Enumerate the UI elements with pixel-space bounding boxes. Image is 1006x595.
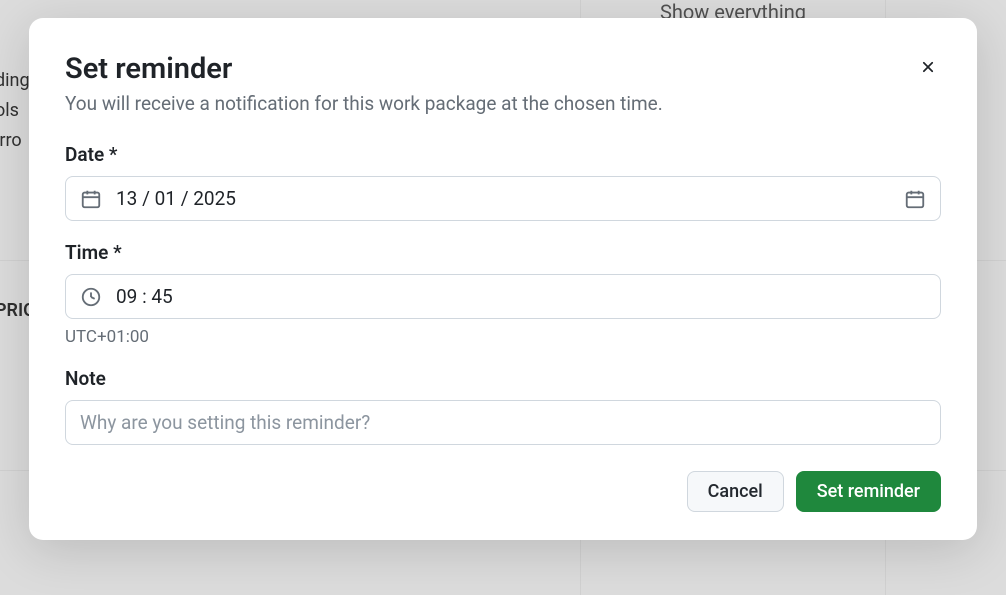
- modal-footer: Cancel Set reminder: [65, 471, 941, 512]
- modal-heading-group: Set reminder You will receive a notifica…: [65, 52, 663, 143]
- set-reminder-button[interactable]: Set reminder: [796, 471, 941, 512]
- calendar-icon: [80, 188, 102, 210]
- note-label: Note: [65, 367, 941, 390]
- note-input[interactable]: [80, 411, 926, 434]
- modal-title: Set reminder: [65, 52, 663, 86]
- date-field-group: Date *: [65, 143, 941, 221]
- timezone-text: UTC+01:00: [65, 327, 941, 347]
- set-reminder-modal: Set reminder You will receive a notifica…: [29, 18, 977, 540]
- time-label: Time *: [65, 241, 941, 264]
- clock-icon: [80, 286, 102, 308]
- close-icon: [919, 58, 937, 76]
- close-button[interactable]: [915, 54, 941, 84]
- cancel-button[interactable]: Cancel: [687, 471, 784, 512]
- date-input-wrapper[interactable]: [65, 176, 941, 221]
- modal-overlay: Set reminder You will receive a notifica…: [0, 0, 1006, 595]
- date-label: Date *: [65, 143, 941, 166]
- date-input[interactable]: [116, 187, 890, 210]
- note-input-wrapper[interactable]: [65, 400, 941, 445]
- modal-header: Set reminder You will receive a notifica…: [65, 52, 941, 143]
- time-input[interactable]: [116, 285, 926, 308]
- note-field-group: Note: [65, 367, 941, 445]
- time-input-wrapper[interactable]: [65, 274, 941, 319]
- calendar-picker-icon[interactable]: [904, 188, 926, 210]
- modal-subtitle: You will receive a notification for this…: [65, 92, 663, 115]
- time-field-group: Time * UTC+01:00: [65, 241, 941, 347]
